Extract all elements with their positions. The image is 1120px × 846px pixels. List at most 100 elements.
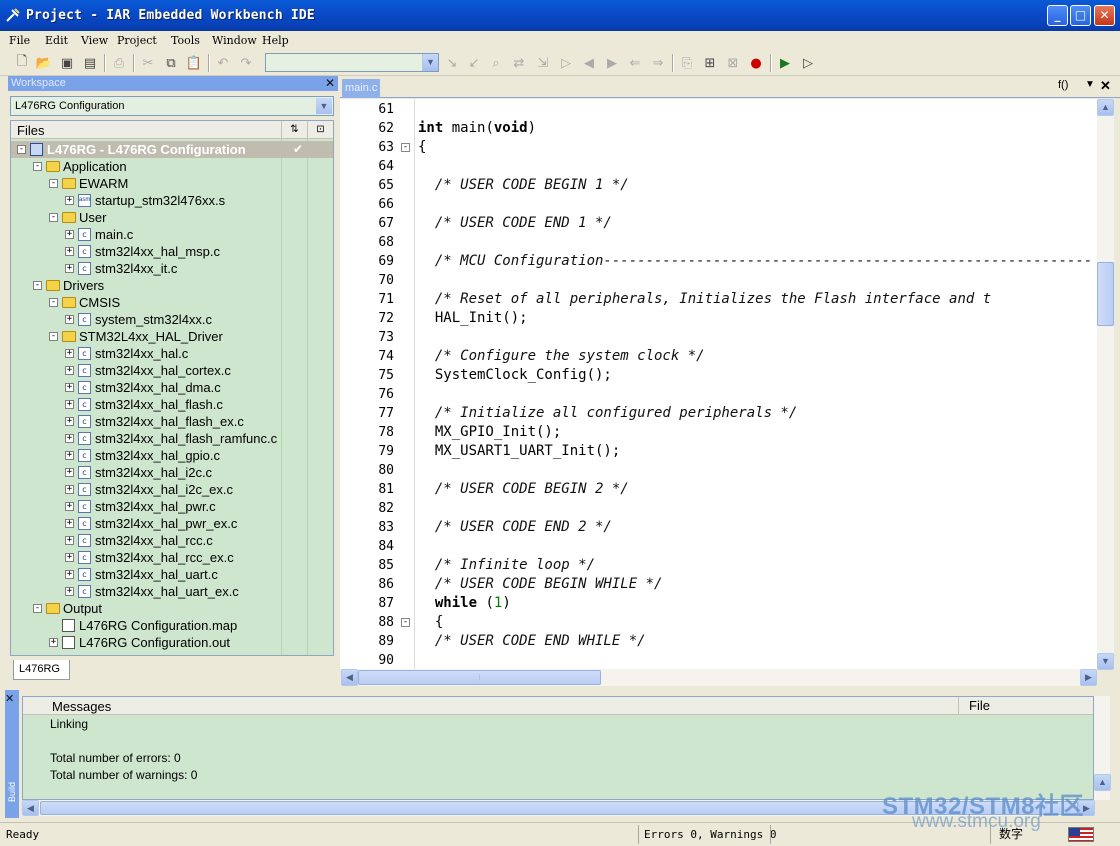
tree-item[interactable]: - User (11, 209, 333, 226)
editor-horizontal-thumb[interactable]: ⦙ (358, 670, 601, 685)
expand-icon[interactable]: + (65, 485, 74, 494)
chevron-down-icon[interactable]: ▼ (316, 98, 332, 114)
prev-bookmark-icon[interactable]: ◀ (580, 54, 598, 72)
chevron-down-icon[interactable]: ▼ (422, 54, 438, 71)
tree-item[interactable]: - Application (11, 158, 333, 175)
collapse-icon[interactable]: - (33, 604, 42, 613)
save-icon[interactable]: ▣ (58, 54, 76, 72)
tree-item[interactable]: + c stm32l4xx_hal_uart.c (11, 566, 333, 583)
expand-icon[interactable]: + (65, 519, 74, 528)
find-combo[interactable]: ▼ (265, 53, 439, 72)
fold-toggle-icon[interactable]: - (401, 143, 410, 152)
bookmark-icon[interactable]: ▷ (557, 54, 575, 72)
tree-item[interactable]: + c stm32l4xx_hal_flash_ex.c (11, 413, 333, 430)
options-column-icon[interactable]: ⊡ (307, 121, 333, 139)
tree-item[interactable]: + c main.c (11, 226, 333, 243)
collapse-icon[interactable]: - (49, 332, 58, 341)
tree-item[interactable]: + c stm32l4xx_it.c (11, 260, 333, 277)
close-icon[interactable]: ✕ (325, 76, 335, 91)
close-icon[interactable]: ✕ (1100, 78, 1111, 94)
new-file-icon[interactable]: 🗋 (13, 54, 31, 72)
download-debug-icon[interactable]: ▶ (776, 54, 794, 72)
cut-icon[interactable]: ✂ (139, 54, 157, 72)
expand-icon[interactable]: + (65, 315, 74, 324)
expand-icon[interactable]: + (65, 366, 74, 375)
expand-icon[interactable]: + (65, 400, 74, 409)
expand-icon[interactable]: + (65, 434, 74, 443)
tree-item[interactable]: - Drivers (11, 277, 333, 294)
menu-file[interactable]: File (9, 34, 30, 47)
tree-item[interactable]: + c stm32l4xx_hal_msp.c (11, 243, 333, 260)
expand-icon[interactable]: + (65, 230, 74, 239)
messages-column-label[interactable]: Messages (52, 699, 111, 714)
expand-icon[interactable]: + (65, 536, 74, 545)
scroll-down-icon[interactable]: ▼ (1097, 653, 1114, 670)
tree-item[interactable]: + c stm32l4xx_hal_i2c.c (11, 464, 333, 481)
tree-item[interactable]: + c stm32l4xx_hal_cortex.c (11, 362, 333, 379)
maximize-button[interactable]: □ (1070, 5, 1091, 26)
scroll-up-icon[interactable]: ▲ (1094, 774, 1111, 791)
collapse-icon[interactable]: - (33, 162, 42, 171)
tree-item[interactable]: + c stm32l4xx_hal_flash_ramfunc.c (11, 430, 333, 447)
menu-edit[interactable]: Edit (45, 34, 68, 47)
file-column-label[interactable]: File (958, 697, 990, 715)
configuration-select[interactable]: L476RG Configuration ▼ (10, 96, 334, 116)
tab-main-c[interactable]: main.c (342, 79, 380, 98)
tree-item[interactable]: - STM32L4xx_HAL_Driver (11, 328, 333, 345)
tree-item[interactable]: + c stm32l4xx_hal_i2c_ex.c (11, 481, 333, 498)
collapse-icon[interactable]: - (49, 298, 58, 307)
scroll-up-icon[interactable]: ▲ (1097, 99, 1114, 116)
menu-help[interactable]: Help (262, 34, 289, 47)
scroll-left-icon[interactable]: ◀ (22, 800, 39, 816)
collapse-icon[interactable]: - (49, 213, 58, 222)
close-icon[interactable]: ✕ (5, 692, 14, 705)
expand-icon[interactable]: + (65, 451, 74, 460)
redo-icon[interactable]: ↷ (237, 54, 255, 72)
menu-tools[interactable]: Tools (171, 34, 200, 47)
next-bookmark-icon[interactable]: ▶ (603, 54, 621, 72)
menu-view[interactable]: View (81, 34, 108, 47)
paste-icon[interactable]: 📋 (185, 54, 203, 72)
collapse-icon[interactable]: - (33, 281, 42, 290)
tree-item[interactable]: + c stm32l4xx_hal.c (11, 345, 333, 362)
tree-item[interactable]: + c stm32l4xx_hal_rcc.c (11, 532, 333, 549)
scroll-left-icon[interactable]: ◀ (341, 669, 358, 686)
tree-item[interactable]: + c stm32l4xx_hal_flash.c (11, 396, 333, 413)
build-vertical-scrollbar[interactable]: ▲ (1094, 696, 1111, 800)
undo-icon[interactable]: ↶ (214, 54, 232, 72)
collapse-icon[interactable]: - (17, 145, 26, 154)
fold-toggle-icon[interactable]: - (401, 618, 410, 627)
expand-icon[interactable]: + (65, 570, 74, 579)
expand-icon[interactable]: + (65, 587, 74, 596)
make-icon[interactable]: ⊞ (701, 54, 719, 72)
find-prev-icon[interactable]: ↙ (465, 54, 483, 72)
replace-icon[interactable]: ⇄ (510, 54, 528, 72)
build-status-column-icon[interactable]: ⇅ (281, 121, 307, 139)
save-all-icon[interactable]: ▤ (81, 54, 99, 72)
breakpoint-icon[interactable]: ● (747, 54, 765, 72)
navigate-back-icon[interactable]: ⇐ (626, 54, 644, 72)
minimize-button[interactable]: _ (1047, 5, 1068, 26)
tree-item[interactable]: L476RG Configuration.map (11, 617, 333, 634)
tree-item[interactable]: - Output (11, 600, 333, 617)
tree-item[interactable]: + c stm32l4xx_hal_pwr_ex.c (11, 515, 333, 532)
expand-icon[interactable]: + (65, 502, 74, 511)
expand-icon[interactable]: + (65, 196, 74, 205)
tree-item[interactable]: + L476RG Configuration.out (11, 634, 333, 651)
tree-item[interactable]: + c system_stm32l4xx.c (11, 311, 333, 328)
tree-item[interactable]: - EWARM (11, 175, 333, 192)
menu-project[interactable]: Project (117, 34, 157, 47)
goto-icon[interactable]: ⇲ (534, 54, 552, 72)
expand-icon[interactable]: + (65, 349, 74, 358)
editor-horizontal-scrollbar[interactable]: ◀ ⦙ ▶ (341, 669, 1097, 686)
language-flag-icon[interactable] (1068, 827, 1094, 842)
expand-icon[interactable]: + (65, 247, 74, 256)
tree-item[interactable]: + c stm32l4xx_hal_pwr.c (11, 498, 333, 515)
expand-icon[interactable]: + (65, 417, 74, 426)
function-list-label[interactable]: f() (1058, 79, 1068, 91)
scroll-right-icon[interactable]: ▶ (1080, 669, 1097, 686)
print-icon[interactable]: ⎙ (110, 54, 128, 72)
expand-icon[interactable]: + (49, 638, 58, 647)
menu-window[interactable]: Window (212, 34, 257, 47)
copy-icon[interactable]: ⧉ (162, 54, 180, 72)
